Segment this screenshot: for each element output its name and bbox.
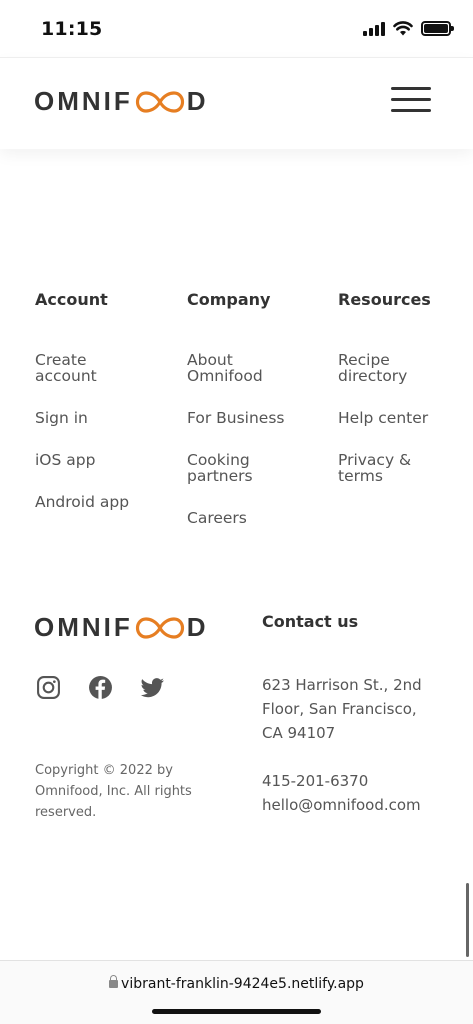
hamburger-menu-icon: [391, 87, 431, 90]
url-display[interactable]: vibrant-franklin-9424e5.netlify.app: [0, 975, 473, 992]
footer-link-careers[interactable]: Careers: [187, 510, 307, 526]
logo-text-end: D: [186, 86, 209, 116]
facebook-icon[interactable]: [88, 675, 113, 700]
site-header: OMNIF D: [0, 57, 473, 149]
footer-link-recipe-directory[interactable]: Recipe directory: [338, 352, 428, 384]
cellular-signal-icon: [363, 20, 385, 36]
infinity-icon: [135, 90, 184, 113]
footer-link-for-business[interactable]: For Business: [187, 410, 307, 426]
contact-email-link[interactable]: hello@omnifood.com: [262, 796, 421, 814]
menu-button[interactable]: [391, 87, 431, 113]
column-title: Company: [187, 290, 271, 309]
contact-phone-link[interactable]: 415-201-6370: [262, 772, 368, 790]
logo-text-start: OMNIF: [34, 612, 133, 642]
footer-link-about[interactable]: About Omnifood: [187, 352, 277, 384]
status-icons: [363, 20, 454, 36]
column-title: Account: [35, 290, 108, 309]
instagram-icon[interactable]: [36, 675, 61, 700]
footer-link-sign-in[interactable]: Sign in: [35, 410, 155, 426]
wifi-icon: [393, 20, 413, 35]
status-time: 11:15: [41, 18, 103, 40]
omnifood-logo[interactable]: OMNIF D: [34, 86, 209, 117]
lock-icon: [109, 975, 119, 988]
scrollbar[interactable]: [466, 883, 469, 957]
social-links: [36, 675, 165, 700]
footer-column-company: Company About Omnifood For Business Cook…: [187, 290, 307, 552]
footer-column-resources: Resources Recipe directory Help center P…: [338, 290, 458, 510]
contact-title: Contact us: [262, 612, 359, 631]
footer-column-account: Account Create account Sign in iOS app A…: [35, 290, 155, 536]
home-indicator[interactable]: [152, 1009, 321, 1014]
footer-link-android-app[interactable]: Android app: [35, 494, 155, 510]
copyright-text: Copyright © 2022 by Omnifood, Inc. All r…: [35, 763, 192, 820]
footer-link-cooking-partners[interactable]: Cooking partners: [187, 452, 267, 484]
battery-icon: [421, 20, 454, 36]
footer-link-privacy-terms[interactable]: Privacy & terms: [338, 452, 428, 484]
infinity-icon: [135, 616, 184, 639]
column-title: Resources: [338, 290, 431, 309]
footer-logo[interactable]: OMNIF D: [34, 612, 209, 643]
status-bar: 11:15: [0, 0, 473, 56]
browser-url-bar[interactable]: vibrant-franklin-9424e5.netlify.app: [0, 960, 473, 1024]
footer-link-help-center[interactable]: Help center: [338, 410, 458, 426]
twitter-icon[interactable]: [140, 675, 165, 700]
footer-link-ios-app[interactable]: iOS app: [35, 452, 155, 468]
contact-address: 623 Harrison St., 2nd Floor, San Francis…: [262, 676, 422, 742]
url-text: vibrant-franklin-9424e5.netlify.app: [121, 976, 364, 992]
footer-link-create-account[interactable]: Create account: [35, 352, 125, 384]
logo-text-end: D: [186, 612, 209, 642]
logo-text-start: OMNIF: [34, 86, 133, 116]
